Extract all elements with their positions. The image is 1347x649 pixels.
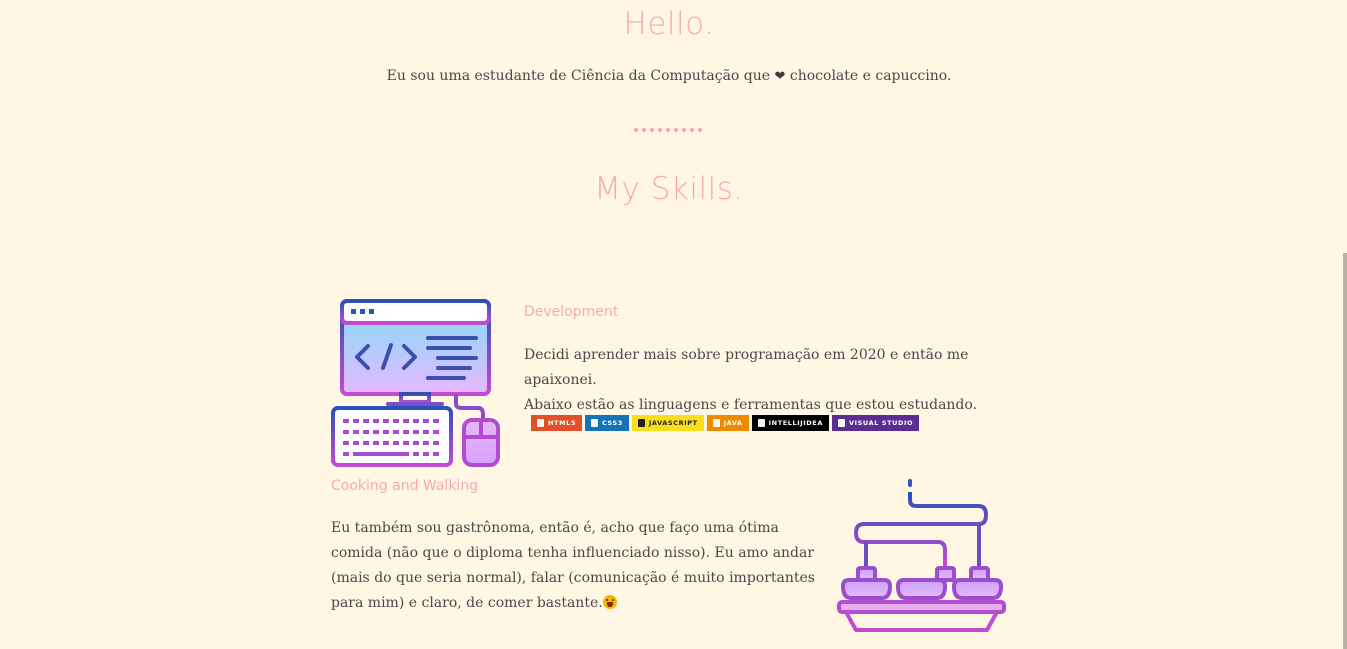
tech-badges: HTML5 CSS3 JAVASCRIPT JAVA INTELLIJIDEA … (531, 415, 920, 431)
badge-visual-studio: VISUAL STUDIO (831, 415, 920, 431)
java-icon (712, 419, 720, 427)
intro-text-end: chocolate e capuccino. (789, 68, 952, 84)
badge-label: HTML5 (548, 419, 577, 427)
intro-text: Eu sou uma estudante de Ciência da Compu… (0, 68, 1338, 84)
development-line-1: Decidi aprender mais sobre programação e… (524, 347, 969, 388)
badge-label: JAVA (723, 419, 743, 427)
dotted-divider (634, 128, 702, 132)
cooking-title: Cooking and Walking (331, 478, 479, 494)
intro-text-start: Eu sou uma estudante de Ciência da Compu… (386, 68, 771, 84)
skills-title: My Skills. (594, 171, 744, 207)
badge-label: JAVASCRIPT (648, 419, 698, 427)
badge-intellij: INTELLIJIDEA (751, 415, 829, 431)
hello-title: Hello. (623, 6, 715, 42)
badge-html5: HTML5 (531, 415, 583, 431)
intellij-icon (757, 419, 765, 427)
visual-studio-icon (837, 419, 845, 427)
heart-icon: ❤ (774, 69, 786, 84)
cooking-text-body: Eu também sou gastrônoma, então é, acho … (331, 520, 815, 611)
badge-java: JAVA (706, 415, 749, 431)
badge-label: INTELLIJIDEA (768, 419, 823, 427)
cooking-text: Eu também sou gastrônoma, então é, acho … (331, 516, 821, 616)
css3-icon (591, 419, 599, 427)
badge-label: CSS3 (602, 419, 623, 427)
badge-label: VISUAL STUDIO (848, 419, 914, 427)
computer-code-icon (331, 299, 500, 467)
scrollbar[interactable] (1342, 0, 1347, 649)
page: Hello. Eu sou uma estudante de Ciência d… (0, 0, 1347, 649)
javascript-icon (637, 419, 645, 427)
conveyor-food-icon (837, 479, 1006, 632)
hungry-face-emoji (602, 595, 617, 609)
development-title: Development (524, 304, 619, 320)
badge-javascript: JAVASCRIPT (631, 415, 704, 431)
badge-css3: CSS3 (585, 415, 629, 431)
development-text: Decidi aprender mais sobre programação e… (524, 343, 1004, 418)
scrollbar-thumb[interactable] (1343, 253, 1347, 649)
html5-icon (537, 419, 544, 427)
